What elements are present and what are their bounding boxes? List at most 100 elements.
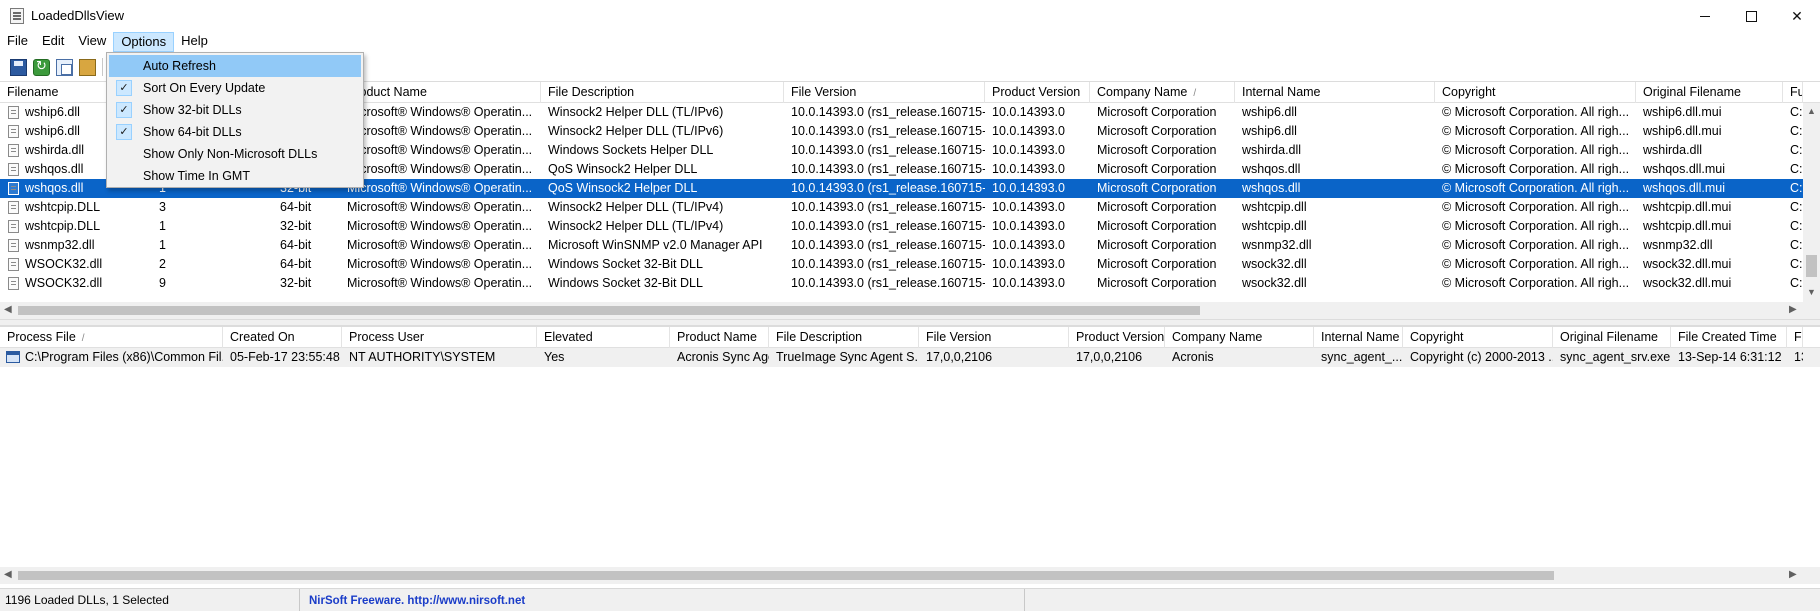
table-cell: 10.0.14393.0 (rs1_release.160715-1... xyxy=(791,124,985,138)
column-header-elevated[interactable]: Elevated xyxy=(537,327,670,348)
table-cell: Windows Socket 32-Bit DLL xyxy=(548,257,703,271)
table-cell: wshtcpip.dll.mui xyxy=(1643,200,1732,214)
save-icon[interactable] xyxy=(10,58,27,76)
table-cell: Microsoft Corporation xyxy=(1097,276,1217,290)
refresh-icon[interactable] xyxy=(33,58,50,76)
column-header-file-created-time[interactable]: File Created Time xyxy=(1671,327,1787,348)
table-cell: Microsoft Corporation xyxy=(1097,238,1217,252)
table-cell: wship6.dll xyxy=(1242,124,1297,138)
menu-help[interactable]: Help xyxy=(174,32,215,52)
table-cell: wshqos.dll.mui xyxy=(1643,181,1725,195)
column-header-file-description[interactable]: File Description xyxy=(769,327,919,348)
menu-options[interactable]: Options xyxy=(113,32,175,52)
table-cell: Microsoft® Windows® Operatin... xyxy=(347,276,533,290)
column-header-product-name[interactable]: Product Name xyxy=(670,327,769,348)
scroll-down-icon[interactable]: ▼ xyxy=(1807,287,1816,297)
table-cell: Winsock2 Helper DLL (TL/IPv6) xyxy=(548,124,724,138)
table-row[interactable]: wshtcpip.DLL 1 32-bit Microsoft® Windows® O… xyxy=(0,217,1820,236)
table-row[interactable]: wshtcpip.DLL 3 64-bit Microsoft® Windows® O… xyxy=(0,198,1820,217)
scroll-up-icon[interactable]: ▲ xyxy=(1807,106,1816,116)
column-header-company-name[interactable]: Company Name xyxy=(1165,327,1314,348)
menu-item-auto-refresh[interactable]: Auto Refresh xyxy=(109,55,361,77)
process-list[interactable]: Process File / Created On Process User Eleva… xyxy=(0,326,1820,584)
table-cell: Acronis Sync Agent xyxy=(677,350,769,364)
status-bar: 1196 Loaded DLLs, 1 Selected NirSoft Fre… xyxy=(0,588,1820,611)
table-cell: wship6.dll xyxy=(1242,105,1297,119)
column-header-process-user[interactable]: Process User xyxy=(342,327,537,348)
table-row[interactable]: WSOCK32.dll 9 32-bit Microsoft® Windows® Op… xyxy=(0,274,1820,293)
table-cell: © Microsoft Corporation. All righ... xyxy=(1442,200,1630,214)
table-cell: © Microsoft Corporation. All righ... xyxy=(1442,238,1630,252)
table-cell: C: xyxy=(1790,181,1803,195)
table-cell: Windows Socket 32-Bit DLL xyxy=(548,276,703,290)
column-header-original-filename[interactable]: Original Filename xyxy=(1636,82,1783,103)
column-header-file-version[interactable]: File Version xyxy=(919,327,1069,348)
sort-arrow-icon: / xyxy=(81,333,85,344)
menu-item-label: Show Only Non-Microsoft DLLs xyxy=(143,147,318,161)
table-cell: 10.0.14393.0 (rs1_release.160715-1... xyxy=(791,219,985,233)
table-cell: QoS Winsock2 Helper DLL xyxy=(548,181,698,195)
dll-list-horizontal-scrollbar[interactable]: ◀ ▶ xyxy=(0,302,1803,319)
menu-item-show-only-non-microsoft-dlls[interactable]: Show Only Non-Microsoft DLLs xyxy=(109,143,361,165)
table-cell: C:\Program Files (x86)\Common Fil... xyxy=(25,350,223,364)
pane-splitter[interactable] xyxy=(0,319,1820,326)
column-header-copyright[interactable]: Copyright xyxy=(1403,327,1553,348)
minimize-button[interactable] xyxy=(1682,0,1728,32)
table-cell: 10.0.14393.0 (rs1_release.160715-1... xyxy=(791,105,985,119)
table-cell: Microsoft® Windows® Operatin... xyxy=(347,257,533,271)
column-header-product-version[interactable]: Product Version xyxy=(1069,327,1165,348)
menu-edit[interactable]: Edit xyxy=(35,32,71,52)
table-cell: wshtcpip.DLL xyxy=(25,200,101,214)
table-cell: wshtcpip.dll.mui xyxy=(1643,219,1732,233)
process-list-horizontal-thumb[interactable] xyxy=(18,571,1554,580)
menu-item-show-32-bit-dlls[interactable]: ✓ Show 32-bit DLLs xyxy=(109,99,361,121)
table-cell: 17,0,0,2106 xyxy=(926,350,993,364)
scroll-right-icon[interactable]: ▶ xyxy=(1789,569,1797,580)
column-header-created-on[interactable]: Created On xyxy=(223,327,342,348)
table-cell: Microsoft Corporation xyxy=(1097,124,1217,138)
table-cell: © Microsoft Corporation. All righ... xyxy=(1442,162,1630,176)
menu-item-sort-on-every-update[interactable]: ✓ Sort On Every Update xyxy=(109,77,361,99)
table-row[interactable]: WSOCK32.dll 2 64-bit Microsoft® Windows® Op… xyxy=(0,255,1820,274)
nirsoft-link[interactable]: NirSoft Freeware. http://www.nirsoft.net xyxy=(309,595,525,607)
menu-view[interactable]: View xyxy=(71,32,113,52)
column-header-fu[interactable]: Fu xyxy=(1783,82,1803,103)
column-header-file-description[interactable]: File Description xyxy=(541,82,784,103)
menu-item-show-time-in-gmt[interactable]: Show Time In GMT xyxy=(109,165,361,187)
table-row[interactable]: C:\Program Files (x86)\Common Fil... 05-F… xyxy=(0,348,1820,367)
table-cell: 10.0.14393.0 xyxy=(992,219,1065,233)
menu-item-show-64-bit-dlls[interactable]: ✓ Show 64-bit DLLs xyxy=(109,121,361,143)
maximize-button[interactable] xyxy=(1728,0,1774,32)
process-list-horizontal-scrollbar[interactable]: ◀ ▶ xyxy=(0,567,1803,584)
close-button[interactable]: ✕ xyxy=(1774,0,1820,32)
column-header-product-version[interactable]: Product Version xyxy=(985,82,1090,103)
column-header-file-version[interactable]: File Version xyxy=(784,82,985,103)
dll-list-horizontal-thumb[interactable] xyxy=(18,306,1200,315)
table-cell: wshtcpip.dll xyxy=(1242,219,1307,233)
copy-icon[interactable] xyxy=(56,58,73,76)
column-header-company-name[interactable]: Company Name / xyxy=(1090,82,1235,103)
column-header-product-name[interactable]: Product Name xyxy=(340,82,541,103)
scroll-right-icon[interactable]: ▶ xyxy=(1789,304,1797,315)
column-header-original-filename[interactable]: Original Filename xyxy=(1553,327,1671,348)
table-row[interactable]: wsnmp32.dll 1 64-bit Microsoft® Windows® Op… xyxy=(0,236,1820,255)
column-header-internal-name[interactable]: Internal Name xyxy=(1235,82,1435,103)
column-header-process-file[interactable]: Process File / xyxy=(0,327,223,348)
column-header-file[interactable]: File xyxy=(1787,327,1803,348)
table-cell: Microsoft WinSNMP v2.0 Manager API xyxy=(548,238,763,252)
scroll-left-icon[interactable]: ◀ xyxy=(4,569,12,580)
properties-icon[interactable] xyxy=(79,58,96,76)
dll-list-vertical-scrollbar[interactable]: ▲ ▼ xyxy=(1803,103,1820,302)
dll-list-vertical-thumb[interactable] xyxy=(1806,255,1817,277)
table-cell: Microsoft® Windows® Operatin... xyxy=(347,181,533,195)
table-cell: Microsoft Corporation xyxy=(1097,181,1217,195)
menu-file[interactable]: File xyxy=(0,32,35,52)
scroll-left-icon[interactable]: ◀ xyxy=(4,304,12,315)
table-cell: C: xyxy=(1790,219,1803,233)
column-header-internal-name[interactable]: Internal Name xyxy=(1314,327,1403,348)
column-header-copyright[interactable]: Copyright xyxy=(1435,82,1636,103)
table-cell: WSOCK32.dll xyxy=(25,276,103,290)
table-cell: wship6.dll.mui xyxy=(1643,105,1722,119)
table-cell: 10.0.14393.0 (rs1_release.160715-1... xyxy=(791,162,985,176)
table-cell: 10.0.14393.0 (rs1_release.160715-1... xyxy=(791,257,985,271)
